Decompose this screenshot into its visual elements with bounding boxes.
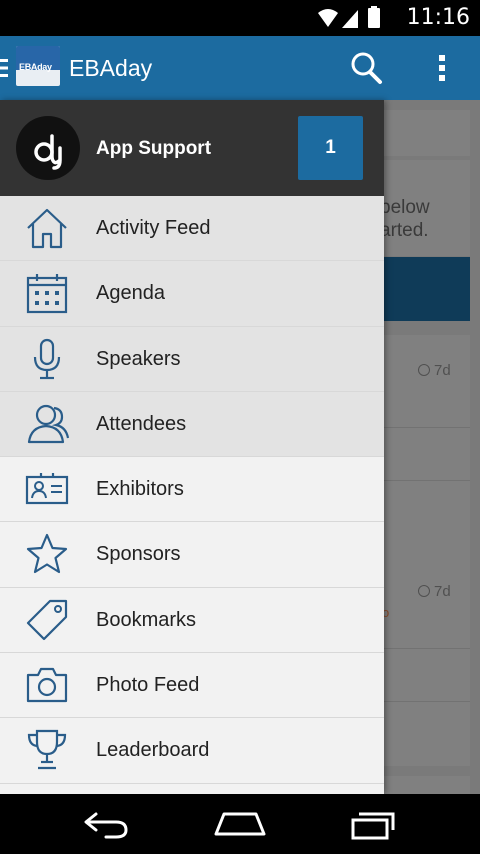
- drawer-header-label: App Support: [96, 138, 212, 159]
- menu-item-attendees[interactable]: Attendees: [0, 391, 384, 458]
- app-bar: EBAday EBAday: [0, 36, 480, 100]
- status-time: 11:16: [406, 5, 470, 30]
- recent-apps-icon[interactable]: [349, 808, 399, 840]
- signal-icon: [342, 10, 358, 28]
- notification-count-badge[interactable]: 1: [298, 116, 363, 180]
- drawer-header[interactable]: App Support 1: [0, 100, 384, 196]
- status-icons: [318, 6, 380, 28]
- id-card-icon: [25, 473, 69, 505]
- people-icon: [27, 404, 70, 443]
- menu-item-label: Activity Feed: [96, 217, 211, 239]
- back-icon[interactable]: [82, 808, 130, 840]
- menu-item-photo-feed[interactable]: Photo Feed: [0, 653, 384, 719]
- menu-item-label: Bookmarks: [96, 608, 197, 631]
- app-title: EBAday: [69, 55, 153, 81]
- menu-item-speakers[interactable]: Speakers: [0, 326, 384, 392]
- menu-item-bookmarks[interactable]: Bookmarks: [0, 588, 384, 654]
- menu-item-sponsors[interactable]: Sponsors: [0, 522, 384, 588]
- microphone-icon: [33, 338, 61, 379]
- calendar-icon: [26, 274, 68, 314]
- status-bar: 11:16: [0, 0, 480, 36]
- menu-item-label: Speakers: [96, 347, 181, 370]
- tag-icon: [26, 599, 68, 640]
- wifi-icon: [318, 9, 338, 27]
- menu-item-label: Sponsors: [96, 543, 181, 566]
- menu-item-label: Photo Feed: [96, 674, 200, 697]
- menu-item-activity-feed[interactable]: Activity Feed: [0, 196, 384, 262]
- app-support-logo-icon: [34, 134, 62, 170]
- battery-icon: [368, 8, 380, 28]
- star-icon: [26, 534, 68, 574]
- menu-item-label: Attendees: [96, 412, 187, 435]
- menu-item-exhibitors[interactable]: Exhibitors: [0, 457, 384, 523]
- menu-item-label: Agenda: [96, 282, 165, 305]
- search-icon[interactable]: [349, 51, 383, 85]
- background-text: arted.: [380, 220, 429, 241]
- menu-icon[interactable]: [0, 58, 8, 78]
- background-text: below: [380, 197, 430, 218]
- menu-item-label: Exhibitors: [96, 478, 184, 501]
- post-age: 7d: [418, 362, 451, 379]
- overflow-menu-icon[interactable]: [432, 50, 452, 86]
- home-icon: [27, 208, 67, 249]
- menu-item-leaderboard[interactable]: Leaderboard: [0, 718, 384, 784]
- trophy-icon: [27, 730, 67, 770]
- home-button-icon[interactable]: [214, 808, 266, 840]
- navigation-drawer: App Support 1 Activity Feed Agenda Speak…: [0, 100, 384, 794]
- menu-item-agenda[interactable]: Agenda: [0, 261, 384, 327]
- logo-text: EBAday: [19, 62, 52, 72]
- camera-icon: [26, 667, 68, 703]
- menu-item-label: Leaderboard: [96, 739, 210, 762]
- app-logo[interactable]: EBAday: [16, 46, 60, 86]
- drawer-menu: Activity Feed Agenda Speakers Attendees …: [0, 196, 384, 784]
- avatar[interactable]: [16, 116, 80, 180]
- clock-icon: [418, 585, 430, 597]
- clock-icon: [418, 364, 430, 376]
- system-navigation-bar: [0, 794, 480, 854]
- post-age: 7d: [418, 583, 451, 600]
